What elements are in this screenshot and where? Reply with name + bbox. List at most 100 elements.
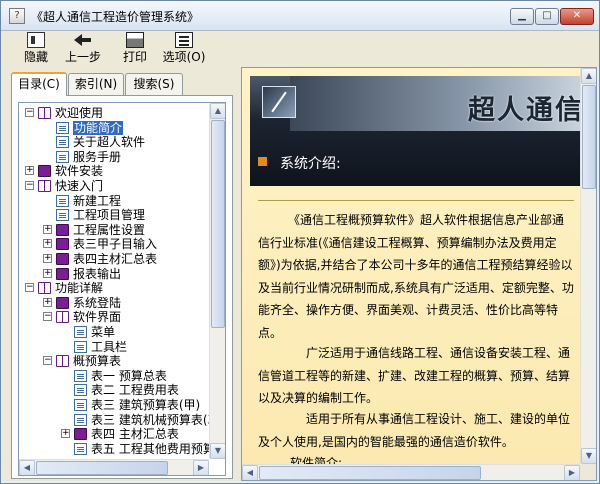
tree-node-label: 表四主材汇总表: [73, 252, 158, 266]
tab-index[interactable]: 索引(N): [68, 73, 124, 95]
page-icon: [74, 326, 87, 338]
tree-node[interactable]: 功能简介: [43, 120, 209, 135]
expand-icon[interactable]: +: [43, 224, 52, 234]
expand-icon[interactable]: +: [25, 166, 34, 176]
tree-node[interactable]: 表三 建筑预算表(甲): [61, 398, 209, 412]
expand-icon[interactable]: +: [43, 297, 52, 307]
tree-node[interactable]: + 系统登陆: [43, 296, 209, 310]
close-button[interactable]: ✕: [560, 8, 594, 25]
tree-scroll-down-button[interactable]: ▼: [210, 443, 225, 459]
tree-node[interactable]: − 功能详解: [25, 281, 209, 295]
tree-node[interactable]: + 软件安装: [25, 164, 209, 178]
tree-scroll-left-button[interactable]: ◀: [19, 460, 35, 475]
printer-icon: [126, 32, 144, 48]
options-button[interactable]: 选项(O): [161, 32, 207, 66]
collapse-icon[interactable]: −: [25, 283, 34, 293]
tree-node-label: 系统登陆: [73, 295, 122, 310]
tree-node[interactable]: 关于超人软件: [43, 135, 209, 149]
options-icon: [175, 32, 193, 48]
tree-node[interactable]: 工程项目管理: [43, 208, 209, 222]
tree-node[interactable]: + 工程属性设置: [43, 223, 209, 237]
expand-icon[interactable]: +: [43, 254, 52, 263]
tree-node-label: 新建工程: [73, 193, 122, 208]
back-arrow-icon: [74, 32, 92, 48]
tree-node[interactable]: 表三 建筑机械预算表(乙: [61, 413, 209, 427]
topic-hscroll-thumb[interactable]: [259, 466, 481, 480]
expand-icon[interactable]: +: [61, 429, 70, 439]
tree-node[interactable]: 菜单: [61, 325, 209, 339]
topic-scroll-right-button[interactable]: ▶: [564, 465, 580, 480]
tree-node-label: 工程属性设置: [73, 222, 146, 237]
users-paragraph: 适用于所有从事通信工程设计、施工、建设的单位及个人使用,是国内的智能最强的通信造…: [258, 412, 571, 449]
closed-book-icon: [56, 253, 69, 265]
page-icon: [74, 413, 87, 426]
collapse-icon[interactable]: −: [25, 181, 34, 190]
tree-scroll-thumb[interactable]: [211, 120, 225, 328]
title-bar[interactable]: ? 《超人通信工程造价管理系统》 ▁ □ ✕: [1, 1, 599, 31]
topic-scroll-down-button[interactable]: ▼: [581, 448, 596, 464]
tree-node-label: 表五 工程其他费用预算(: [91, 441, 209, 456]
contents-tree: − 欢迎使用 功能简介 关于超人软件 服务手册 + 软件安装 − 快速入门 新建工程 工程项目管理 +…: [19, 103, 209, 459]
topic-banner: 超人通信 系统介绍:: [250, 76, 580, 186]
tree-node[interactable]: − 快速入门: [25, 179, 209, 193]
collapse-icon[interactable]: −: [25, 108, 34, 117]
collapse-icon[interactable]: −: [43, 312, 52, 322]
tree-scroll-up-button[interactable]: ▲: [210, 103, 225, 119]
topic-scroll-up-button[interactable]: ▲: [581, 68, 596, 84]
tree-node[interactable]: + 表四主材汇总表: [43, 252, 209, 266]
pen-logo-icon: [262, 86, 296, 118]
tree-horizontal-scrollbar[interactable]: ◀ ▶: [19, 459, 209, 475]
expand-icon[interactable]: +: [43, 268, 52, 278]
collapse-icon[interactable]: −: [43, 356, 52, 366]
app-window: ? 《超人通信工程造价管理系统》 ▁ □ ✕ 隐藏 上一步 打印 选项(O) 目…: [0, 0, 600, 484]
tree-node[interactable]: − 软件界面: [43, 310, 209, 324]
tree-node[interactable]: − 欢迎使用: [25, 106, 209, 120]
topic-horizontal-scrollbar[interactable]: ◀ ▶: [242, 464, 580, 480]
tree-node-label: 软件界面: [73, 310, 122, 325]
expand-icon[interactable]: +: [43, 239, 52, 249]
topic-scroll-left-button[interactable]: ◀: [242, 465, 258, 480]
tree-scroll-right-button[interactable]: ▶: [193, 460, 209, 475]
topic-scroll-thumb[interactable]: [582, 85, 596, 189]
tree-hscroll-thumb[interactable]: [36, 461, 168, 475]
maximize-button[interactable]: □: [535, 8, 559, 25]
page-icon: [56, 209, 69, 222]
tree-node-label: 欢迎使用: [55, 106, 104, 120]
tree-node[interactable]: 工具栏: [61, 340, 209, 354]
page-icon: [74, 399, 87, 411]
tree-node[interactable]: 新建工程: [43, 194, 209, 208]
tab-search[interactable]: 搜索(S): [125, 73, 183, 95]
scope-paragraph: 广泛适用于通信线路工程、通信设备安装工程、通信管道工程等的新建、扩建、改建工程的…: [258, 346, 571, 405]
tree-node[interactable]: − 概预算表: [43, 354, 209, 368]
tree-node[interactable]: + 报表输出: [43, 267, 209, 281]
page-icon: [74, 442, 87, 455]
tree-node-label: 软件安装: [55, 164, 104, 179]
tree-node[interactable]: + 表四 主材汇总表: [61, 427, 209, 441]
toolbar: 隐藏 上一步 打印 选项(O): [1, 31, 599, 67]
back-button[interactable]: 上一步: [63, 32, 103, 66]
minimize-button[interactable]: ▁: [510, 8, 534, 25]
tree-node[interactable]: 表二 工程费用表: [61, 383, 209, 397]
tree-node[interactable]: 服务手册: [43, 150, 209, 164]
size-grip[interactable]: [580, 464, 596, 480]
open-book-icon: [56, 311, 69, 324]
intro-paragraph: 《通信工程概预算软件》超人软件根据信息产业部通信行业标准(《通信建设工程概算、预…: [258, 213, 574, 340]
closed-book-icon: [74, 428, 87, 441]
tree-node[interactable]: 表一 预算总表: [61, 369, 209, 383]
print-button[interactable]: 打印: [118, 32, 152, 66]
closed-book-icon: [56, 223, 69, 236]
tree-node-label: 菜单: [91, 325, 116, 339]
hide-pane-icon: [27, 32, 45, 48]
topic-vertical-scrollbar[interactable]: ▲ ▼: [580, 68, 596, 464]
tree-node-label: 报表输出: [73, 266, 122, 281]
tree-vertical-scrollbar[interactable]: ▲ ▼: [209, 103, 225, 459]
open-book-icon: [56, 355, 69, 368]
page-icon: [56, 121, 69, 134]
tree-node[interactable]: + 表三甲子目输入: [43, 237, 209, 251]
page-icon: [56, 136, 69, 149]
tree-node[interactable]: 表五 工程其他费用预算(: [61, 442, 209, 456]
tab-contents[interactable]: 目录(C): [11, 72, 67, 96]
section-label: 系统介绍:: [280, 156, 341, 172]
page-icon: [74, 369, 87, 382]
hide-button[interactable]: 隐藏: [19, 32, 53, 66]
